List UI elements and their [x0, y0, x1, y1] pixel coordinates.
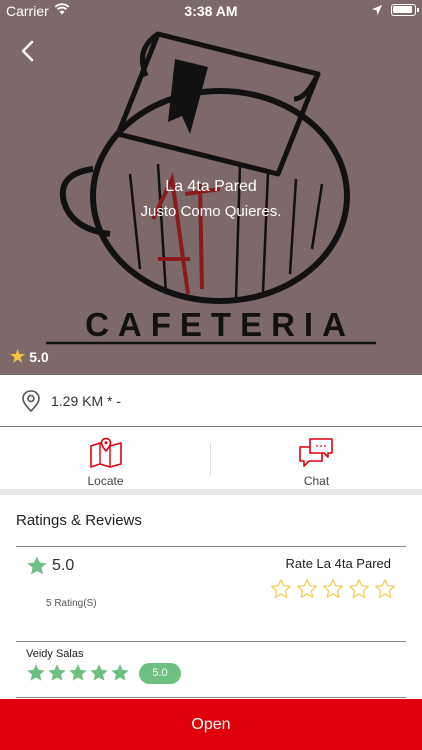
- shop-title: La 4ta Pared: [165, 178, 257, 195]
- review-stars: [26, 663, 130, 683]
- chat-button[interactable]: Chat: [211, 427, 422, 489]
- review-star-icon: [48, 664, 66, 681]
- rate-stars: [270, 578, 396, 600]
- section-divider: [0, 489, 422, 495]
- battery-icon: [391, 4, 419, 16]
- rate-star-3-icon[interactable]: [322, 578, 344, 600]
- status-bar: Carrier 3:38 AM: [0, 0, 422, 22]
- average-star-icon: [27, 556, 47, 575]
- map-icon: [90, 437, 122, 468]
- open-button[interactable]: Open: [0, 699, 422, 750]
- star-icon: ★: [10, 347, 26, 366]
- review-author: Veidy Salas: [26, 648, 84, 660]
- hero-rating-value: 5.0: [29, 348, 49, 365]
- rate-star-2-icon[interactable]: [296, 578, 318, 600]
- review-star-icon: [69, 664, 87, 681]
- rate-star-1-icon[interactable]: [270, 578, 292, 600]
- ratings-section-title: Ratings & Reviews: [16, 512, 142, 529]
- locate-label: Locate: [87, 474, 124, 488]
- rate-star-5-icon[interactable]: [374, 578, 396, 600]
- rating-count: 5 Rating(S): [46, 598, 97, 609]
- chat-icon: [299, 438, 333, 467]
- clock: 3:38 AM: [184, 3, 238, 19]
- review-star-icon: [111, 664, 129, 681]
- location-arrow-icon: [372, 5, 382, 15]
- chat-label: Chat: [303, 474, 330, 488]
- shop-subtitle: Justo Como Quieres.: [140, 203, 282, 220]
- average-rating: 5.0: [52, 557, 75, 574]
- review-star-icon: [27, 664, 45, 681]
- rate-star-4-icon[interactable]: [348, 578, 370, 600]
- hero-header: Carrier 3:38 AM CAFETERIA La 4ta Pared J…: [0, 0, 422, 375]
- review-score-badge: 5.0: [139, 663, 181, 684]
- hero-rating: ★ 5.0: [10, 348, 49, 365]
- rate-prompt: Rate La 4ta Pared: [285, 556, 391, 571]
- divider: [16, 546, 406, 547]
- distance-text: 1.29 KM * -: [51, 392, 122, 409]
- divider: [16, 697, 406, 698]
- distance-row: 1.29 KM * -: [0, 375, 422, 427]
- action-bar: Locate Chat: [0, 427, 422, 489]
- locate-button[interactable]: Locate: [0, 427, 211, 489]
- divider: [16, 641, 406, 642]
- review-star-icon: [90, 664, 108, 681]
- logo-text: CAFETERIA: [85, 306, 355, 343]
- map-pin-icon: [22, 389, 40, 412]
